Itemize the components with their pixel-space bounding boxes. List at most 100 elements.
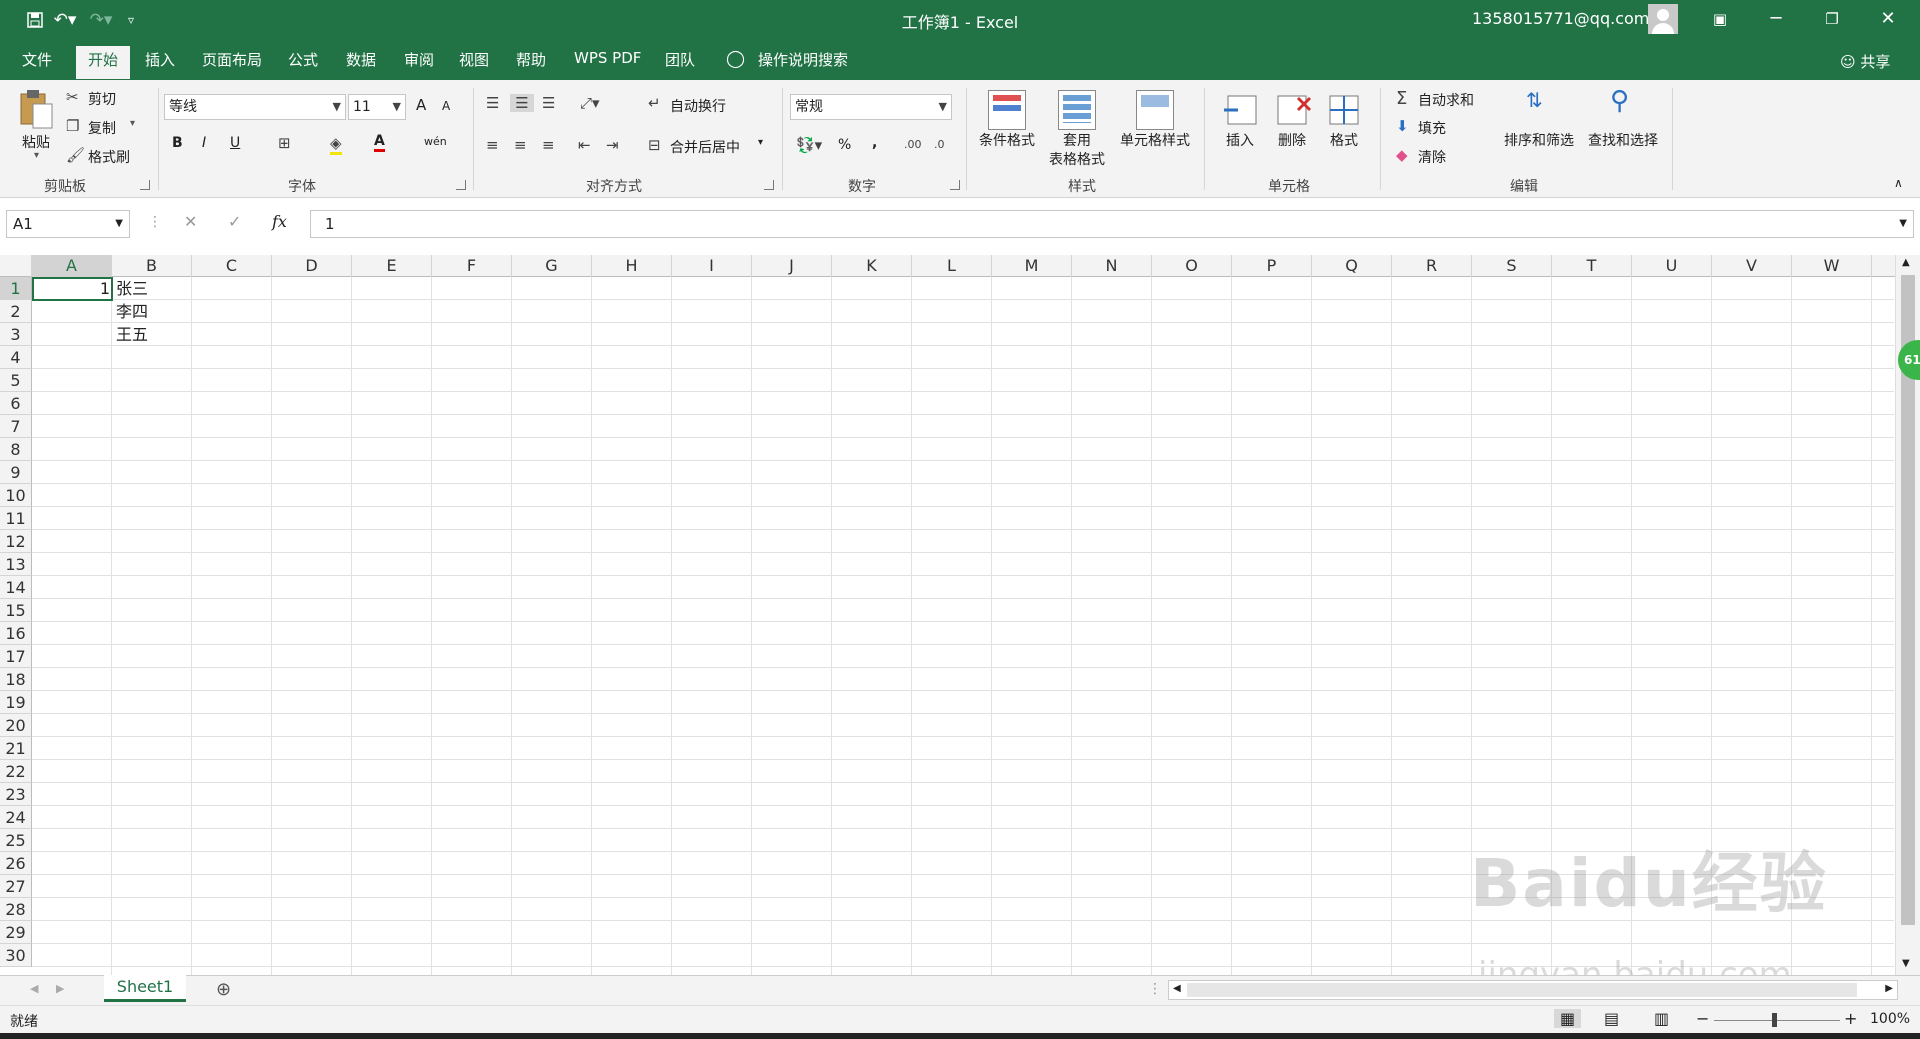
user-account[interactable]: 1358015771@qq.com [1472,9,1649,28]
hscroll-thumb[interactable] [1187,983,1857,997]
number-format-combo[interactable]: 常规 ▼ [790,94,952,120]
paste-label[interactable]: 粘贴 [18,132,54,152]
tell-me-search[interactable]: 操作说明搜索 [758,49,848,70]
comma-button[interactable]: , [872,135,877,151]
expand-formula-icon[interactable]: ▼ [1899,211,1907,237]
cell-B2[interactable]: 李四 [116,300,148,323]
close-icon[interactable]: ✕ [1864,0,1912,40]
format-cells-button[interactable]: 格式 [1322,130,1366,150]
row-header-18[interactable]: 18 [0,668,32,691]
clipboard-launcher-icon[interactable] [140,180,150,190]
row-header-12[interactable]: 12 [0,530,32,553]
formula-input[interactable]: 1 ▼ [310,210,1914,238]
grow-font-button[interactable]: A [416,96,426,114]
row-header-23[interactable]: 23 [0,783,32,806]
row-header-13[interactable]: 13 [0,553,32,576]
ribbon-display-options-icon[interactable]: ▣ [1696,0,1744,40]
row-header-25[interactable]: 25 [0,829,32,852]
align-top-icon[interactable]: ☰ [486,94,499,112]
cell-B1[interactable]: 张三 [116,277,148,300]
format-as-table-label-1[interactable]: 套用 [1044,130,1110,150]
format-as-table-icon[interactable] [1058,90,1096,130]
tab-page-layout[interactable]: 页面布局 [202,49,262,70]
column-header-d[interactable]: D [272,255,352,277]
insert-cells-icon[interactable] [1222,90,1260,130]
column-header-c[interactable]: C [192,255,272,277]
merge-center-button[interactable]: 合并后居中 [670,137,740,157]
zoom-in-button[interactable]: + [1844,1009,1857,1028]
percent-button[interactable]: % [838,137,851,153]
clear-button[interactable]: 清除 [1418,147,1446,167]
collapse-ribbon-icon[interactable]: ∧ [1894,176,1903,190]
shrink-font-button[interactable]: A [442,99,450,113]
find-select-button[interactable]: 查找和选择 [1582,130,1664,150]
zoom-level[interactable]: 100% [1870,1011,1910,1027]
copy-button[interactable]: 复制 [88,118,116,138]
row-header-11[interactable]: 11 [0,507,32,530]
tab-view[interactable]: 视图 [459,49,489,70]
page-layout-view-icon[interactable]: ▤ [1604,1009,1619,1028]
autosum-button[interactable]: 自动求和 [1418,90,1474,110]
row-header-7[interactable]: 7 [0,415,32,438]
tab-home[interactable]: 开始 [76,46,131,79]
merge-dropdown-icon[interactable]: ▾ [758,137,763,148]
align-middle-icon[interactable]: ☰ [510,94,534,112]
row-header-16[interactable]: 16 [0,622,32,645]
column-header-w[interactable]: W [1792,255,1872,277]
row-header-24[interactable]: 24 [0,806,32,829]
row-header-15[interactable]: 15 [0,599,32,622]
column-header-o[interactable]: O [1152,255,1232,277]
scroll-right-icon[interactable]: ▶ [1885,983,1893,994]
prev-sheet-icon[interactable]: ◀ [30,982,38,995]
italic-button[interactable]: I [202,135,206,151]
row-header-19[interactable]: 19 [0,691,32,714]
fill-color-icon[interactable]: ◈ [330,134,342,155]
row-header-27[interactable]: 27 [0,875,32,898]
align-bottom-icon[interactable]: ☰ [542,94,555,112]
column-header-v[interactable]: V [1712,255,1792,277]
tab-help[interactable]: 帮助 [516,49,546,70]
phonetic-button[interactable]: wén [424,135,447,148]
paste-dropdown-icon[interactable]: ▾ [34,150,39,161]
cell-styles-button[interactable]: 单元格样式 [1114,130,1196,150]
wrap-text-button[interactable]: 自动换行 [670,96,726,116]
increase-indent-icon[interactable]: ⇥ [606,136,619,154]
cell-A1[interactable]: 1 [34,277,110,300]
align-left-icon[interactable]: ≡ [486,136,499,154]
normal-view-icon[interactable]: ▦ [1554,1009,1582,1028]
border-icon[interactable]: ⊞ [278,134,291,152]
row-header-14[interactable]: 14 [0,576,32,599]
tab-wps-pdf[interactable]: WPS PDF [574,49,641,67]
orientation-icon[interactable]: ⤢▾ [580,94,600,112]
column-header-i[interactable]: I [672,255,752,277]
column-header-j[interactable]: J [752,255,832,277]
column-header-m[interactable]: M [992,255,1072,277]
zoom-out-button[interactable]: − [1696,1009,1709,1028]
tab-formulas[interactable]: 公式 [288,49,318,70]
next-sheet-icon[interactable]: ▶ [56,982,64,995]
column-header-u[interactable]: U [1632,255,1712,277]
zoom-slider-thumb[interactable] [1772,1013,1777,1027]
currency-icon[interactable]: 💱▾ [796,136,822,154]
tab-review[interactable]: 审阅 [404,49,434,70]
font-color-button[interactable]: A [374,133,385,152]
horizontal-scrollbar[interactable]: ◀ ▶ [1168,980,1898,1000]
restore-icon[interactable]: ❐ [1808,0,1856,40]
sort-filter-icon[interactable]: ⇅ [1526,88,1543,112]
column-header-p[interactable]: P [1232,255,1312,277]
avatar[interactable] [1648,4,1678,34]
add-sheet-icon[interactable]: ⊕ [216,979,231,1000]
row-header-20[interactable]: 20 [0,714,32,737]
page-break-view-icon[interactable]: ▥ [1654,1009,1669,1028]
alignment-launcher-icon[interactable] [764,180,774,190]
paste-icon[interactable] [18,88,56,129]
tab-team[interactable]: 团队 [665,49,695,70]
delete-cells-button[interactable]: 删除 [1270,130,1314,150]
row-header-2[interactable]: 2 [0,300,32,323]
row-header-9[interactable]: 9 [0,461,32,484]
copy-dropdown-icon[interactable]: ▾ [130,118,135,129]
row-header-28[interactable]: 28 [0,898,32,921]
column-header-t[interactable]: T [1552,255,1632,277]
zoom-slider[interactable] [1714,1013,1840,1027]
row-header-4[interactable]: 4 [0,346,32,369]
